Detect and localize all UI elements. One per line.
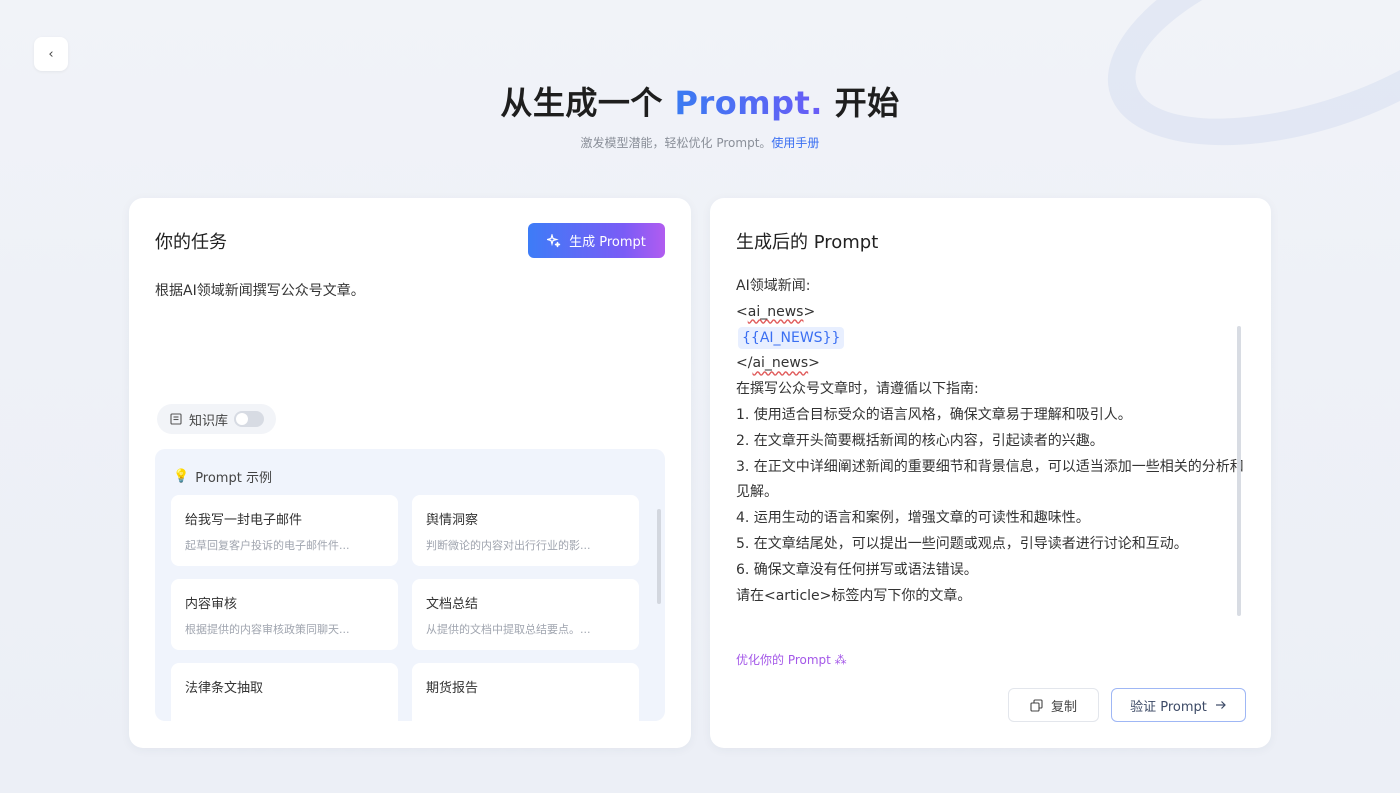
copy-button[interactable]: 复制 bbox=[1008, 688, 1099, 722]
example-title: 法律条文抽取 bbox=[185, 681, 264, 696]
copy-button-label: 复制 bbox=[1050, 699, 1077, 715]
example-card[interactable]: 期货报告 bbox=[412, 663, 639, 721]
back-button[interactable]: ‹ bbox=[34, 37, 68, 71]
prompt-line: 3. 在正文中详细阐述新闻的重要细节和背景信息，可以适当添加一些相关的分析和见解… bbox=[736, 458, 1244, 501]
task-panel-title: 你的任务 bbox=[155, 232, 227, 253]
tag-name: ai_news bbox=[752, 355, 809, 372]
prompt-line: AI领域新闻: bbox=[736, 278, 811, 294]
tag-open: < bbox=[736, 303, 748, 320]
prompt-line: {{AI_NEWS}} bbox=[736, 326, 1246, 352]
example-desc: 根据提供的内容审核政策同聊天... bbox=[185, 623, 350, 636]
knowledge-base-toggle[interactable] bbox=[234, 411, 265, 427]
example-card[interactable]: 文档总结 从提供的文档中提取总结要点。... bbox=[412, 579, 639, 650]
prompt-line: 1. 使用适合目标受众的语言风格，确保文章易于理解和吸引人。 bbox=[736, 406, 1132, 423]
variable-chip[interactable]: {{AI_NEWS}} bbox=[738, 326, 845, 349]
title-accent: Prompt. bbox=[674, 84, 823, 122]
example-card[interactable]: 给我写一封电子邮件 起草回复客户投诉的电子邮件件... bbox=[171, 495, 398, 566]
example-desc: 起草回复客户投诉的电子邮件件... bbox=[185, 539, 350, 552]
prompt-line: 在撰写公众号文章时，请遵循以下指南: bbox=[736, 381, 979, 398]
task-panel: 你的任务 生成 Prompt 根据AI领域新闻撰写公众号文章。 知识库 💡 Pr… bbox=[129, 198, 691, 748]
verify-prompt-button[interactable]: 验证 Prompt bbox=[1111, 688, 1246, 722]
knowledge-base-label: 知识库 bbox=[189, 413, 229, 429]
prompt-examples: 💡 Prompt 示例 给我写一封电子邮件 起草回复客户投诉的电子邮件件... … bbox=[155, 449, 665, 721]
prompt-line: </ai_news> bbox=[736, 351, 1246, 377]
title-prefix: 从生成一个 bbox=[500, 84, 675, 122]
examples-heading-label: Prompt 示例 bbox=[195, 471, 272, 486]
example-card[interactable]: 法律条文抽取 bbox=[171, 663, 398, 721]
example-title: 文档总结 bbox=[426, 597, 479, 612]
output-panel: 生成后的 Prompt AI领域新闻: <ai_news> {{AI_NEWS}… bbox=[710, 198, 1271, 748]
lightbulb-icon: 💡 bbox=[173, 469, 190, 484]
tag-close: > bbox=[803, 303, 816, 320]
page-subtitle: 激发模型潜能，轻松优化 Prompt。使用手册 bbox=[0, 134, 1400, 151]
examples-scrollbar[interactable] bbox=[657, 509, 661, 604]
book-icon bbox=[170, 413, 182, 425]
prompt-line: 4. 运用生动的语言和案例，增强文章的可读性和趣味性。 bbox=[736, 510, 1090, 527]
tag-open: </ bbox=[736, 355, 753, 372]
page-title: 从生成一个 Prompt. 开始 bbox=[0, 78, 1400, 124]
prompt-line: 6. 确保文章没有任何拼写或语法错误。 bbox=[736, 561, 978, 578]
prompt-line: 5. 在文章结尾处，可以提出一些问题或观点，引导读者进行讨论和互动。 bbox=[736, 535, 1188, 552]
optimize-prompt-link[interactable]: 优化你的 Prompt ⁂ bbox=[736, 651, 847, 668]
example-desc: 从提供的文档中提取总结要点。... bbox=[426, 623, 591, 636]
tag-name: ai_news bbox=[747, 303, 804, 320]
tag-close: > bbox=[808, 355, 820, 372]
example-title: 期货报告 bbox=[426, 681, 479, 696]
sparkle-icon bbox=[547, 233, 561, 247]
task-input[interactable]: 根据AI领域新闻撰写公众号文章。 bbox=[155, 280, 365, 300]
prompt-line: 请在<article>标签内写下你的文章。 bbox=[736, 587, 972, 604]
title-suffix: 开始 bbox=[822, 84, 900, 122]
example-title: 给我写一封电子邮件 bbox=[185, 513, 303, 528]
output-panel-title: 生成后的 Prompt bbox=[736, 232, 879, 253]
prompt-line: 2. 在文章开头简要概括新闻的核心内容，引起读者的兴趣。 bbox=[736, 432, 1104, 449]
subtitle-text: 激发模型潜能，轻松优化 Prompt。 bbox=[580, 136, 772, 150]
example-card[interactable]: 内容审核 根据提供的内容审核政策同聊天... bbox=[171, 579, 398, 650]
example-title: 舆情洞察 bbox=[426, 513, 479, 528]
examples-heading: 💡 Prompt 示例 bbox=[173, 467, 272, 486]
example-desc: 判断微论的内容对出行行业的影... bbox=[426, 539, 591, 552]
copy-icon bbox=[1030, 698, 1043, 712]
generate-prompt-label: 生成 Prompt bbox=[569, 235, 646, 250]
generated-prompt-text[interactable]: AI领域新闻: <ai_news> {{AI_NEWS}} </ai_news>… bbox=[736, 274, 1246, 619]
manual-link[interactable]: 使用手册 bbox=[771, 136, 819, 150]
generate-prompt-button[interactable]: 生成 Prompt bbox=[528, 223, 665, 258]
chevron-left-icon: ‹ bbox=[48, 46, 54, 62]
example-title: 内容审核 bbox=[185, 597, 238, 612]
arrow-right-icon bbox=[1215, 701, 1226, 709]
prompt-line: <ai_news> bbox=[736, 300, 1246, 326]
example-card[interactable]: 舆情洞察 判断微论的内容对出行行业的影... bbox=[412, 495, 639, 566]
examples-grid: 给我写一封电子邮件 起草回复客户投诉的电子邮件件... 舆情洞察 判断微论的内容… bbox=[171, 495, 649, 721]
verify-button-label: 验证 Prompt bbox=[1130, 699, 1207, 715]
output-scrollbar[interactable] bbox=[1237, 326, 1241, 616]
knowledge-base-toggle-group: 知识库 bbox=[157, 404, 277, 434]
